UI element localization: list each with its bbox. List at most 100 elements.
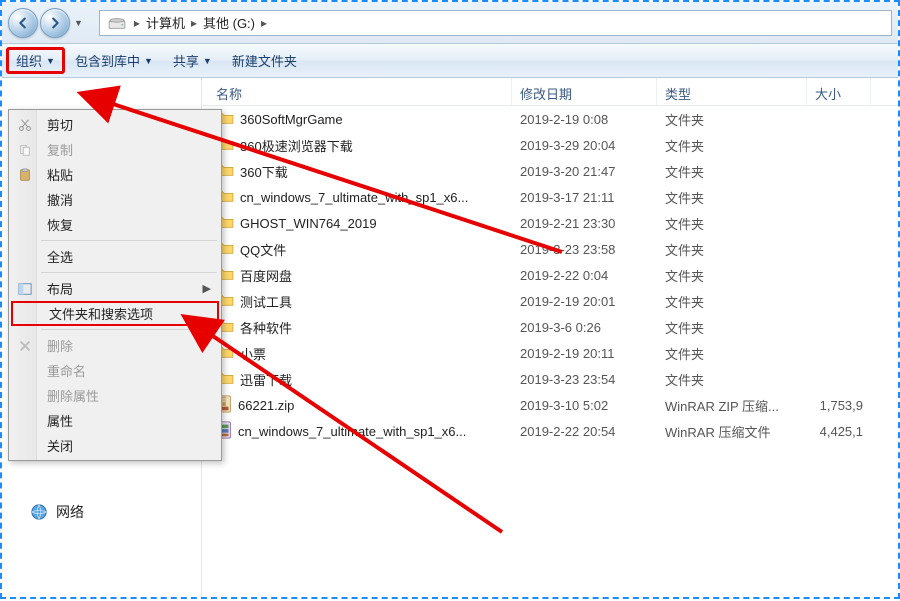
menu-item-redo[interactable]: 恢复 xyxy=(11,212,219,237)
paste-icon xyxy=(16,166,34,184)
file-row[interactable]: 66221.zip 2019-3-10 5:02WinRAR ZIP 压缩...1… xyxy=(202,392,898,418)
breadcrumb-segment[interactable]: 计算机 xyxy=(144,13,187,32)
menu-item-remove-props: 删除属性 xyxy=(11,383,219,408)
file-date: 2019-3-23 23:54 xyxy=(512,372,657,387)
file-date: 2019-2-19 20:01 xyxy=(512,294,657,309)
file-name: QQ文件 xyxy=(240,240,286,259)
file-name: 小票 xyxy=(240,344,266,363)
history-dropdown[interactable]: ▼ xyxy=(74,18,83,28)
new-folder-button[interactable]: 新建文件夹 xyxy=(222,47,307,74)
file-date: 2019-3-10 5:02 xyxy=(512,398,657,413)
file-date: 2019-3-23 23:58 xyxy=(512,242,657,257)
menu-item-rename: 重命名 xyxy=(11,358,219,383)
file-row[interactable]: 小票 2019-2-19 20:11文件夹 xyxy=(202,340,898,366)
toolbar: 组织▼ 包含到库中▼ 共享▼ 新建文件夹 xyxy=(2,44,898,78)
menu-item-cut[interactable]: 剪切 xyxy=(11,112,219,137)
file-type: 文件夹 xyxy=(657,318,807,337)
file-date: 2019-2-19 20:11 xyxy=(512,346,657,361)
address-bar[interactable]: ▸ 计算机 ▸ 其他 (G:) ▸ xyxy=(99,10,892,36)
file-type: 文件夹 xyxy=(657,188,807,207)
breadcrumb-arrow-icon: ▸ xyxy=(191,16,197,30)
file-row[interactable]: cn_windows_7_ultimate_with_sp1_x6... 2019… xyxy=(202,418,898,444)
file-name: GHOST_WIN764_2019 xyxy=(240,216,377,231)
menu-item-layout[interactable]: 布局 ▶ xyxy=(11,276,219,301)
sidebar-item-network[interactable]: 网络 xyxy=(2,498,201,526)
file-row[interactable]: 迅雷下载 2019-3-23 23:54文件夹 xyxy=(202,366,898,392)
file-type: 文件夹 xyxy=(657,370,807,389)
file-row[interactable]: 360SoftMgrGame 2019-2-19 0:08文件夹 xyxy=(202,106,898,132)
file-type: 文件夹 xyxy=(657,110,807,129)
file-name: 360下载 xyxy=(240,162,288,181)
file-row[interactable]: 360下载 2019-3-20 21:47文件夹 xyxy=(202,158,898,184)
file-list: 名称 修改日期 类型 大小 360SoftMgrGame 2019-2-19 0:… xyxy=(202,78,898,597)
file-date: 2019-2-19 0:08 xyxy=(512,112,657,127)
network-icon xyxy=(30,503,48,521)
file-date: 2019-3-29 20:04 xyxy=(512,138,657,153)
file-type: WinRAR 压缩文件 xyxy=(657,422,807,441)
forward-button[interactable] xyxy=(40,8,70,38)
file-type: 文件夹 xyxy=(657,240,807,259)
file-name: 百度网盘 xyxy=(240,266,292,285)
cut-icon xyxy=(16,116,34,134)
file-row[interactable]: 360极速浏览器下载 2019-3-29 20:04文件夹 xyxy=(202,132,898,158)
column-headers: 名称 修改日期 类型 大小 xyxy=(202,78,898,106)
organize-button[interactable]: 组织▼ xyxy=(6,47,65,74)
delete-icon xyxy=(16,337,34,355)
chevron-down-icon: ▼ xyxy=(144,56,153,66)
column-header-type[interactable]: 类型 xyxy=(657,78,807,105)
file-name: 迅雷下载 xyxy=(240,370,292,389)
breadcrumb-arrow-icon: ▸ xyxy=(134,16,140,30)
file-name: cn_windows_7_ultimate_with_sp1_x6... xyxy=(240,190,468,205)
share-button[interactable]: 共享▼ xyxy=(163,47,222,74)
file-name: cn_windows_7_ultimate_with_sp1_x6... xyxy=(238,424,466,439)
file-date: 2019-3-20 21:47 xyxy=(512,164,657,179)
file-date: 2019-2-22 0:04 xyxy=(512,268,657,283)
menu-item-properties[interactable]: 属性 xyxy=(11,408,219,433)
nav-bar: ▼ ▸ 计算机 ▸ 其他 (G:) ▸ xyxy=(2,2,898,44)
drive-icon xyxy=(108,16,126,30)
file-type: 文件夹 xyxy=(657,292,807,311)
file-row[interactable]: 百度网盘 2019-2-22 0:04文件夹 xyxy=(202,262,898,288)
file-type: 文件夹 xyxy=(657,344,807,363)
file-row[interactable]: GHOST_WIN764_2019 2019-2-21 23:30文件夹 xyxy=(202,210,898,236)
explorer-window: ▼ ▸ 计算机 ▸ 其他 (G:) ▸ 组织▼ 包含到库中▼ 共享▼ 新建文件夹 xyxy=(0,0,900,599)
file-type: 文件夹 xyxy=(657,266,807,285)
file-type: 文件夹 xyxy=(657,214,807,233)
file-name: 66221.zip xyxy=(238,398,294,413)
file-date: 2019-2-21 23:30 xyxy=(512,216,657,231)
file-row[interactable]: cn_windows_7_ultimate_with_sp1_x6... 2019… xyxy=(202,184,898,210)
column-header-size[interactable]: 大小 xyxy=(807,78,871,105)
menu-item-folder-search-options[interactable]: 文件夹和搜索选项 xyxy=(11,301,219,326)
menu-item-undo[interactable]: 撤消 xyxy=(11,187,219,212)
file-row[interactable]: QQ文件 2019-3-23 23:58文件夹 xyxy=(202,236,898,262)
menu-item-select-all[interactable]: 全选 xyxy=(11,244,219,269)
breadcrumb-arrow-icon: ▸ xyxy=(261,16,267,30)
file-name: 各种软件 xyxy=(240,318,292,337)
file-type: 文件夹 xyxy=(657,136,807,155)
back-button[interactable] xyxy=(8,8,38,38)
file-name: 360极速浏览器下载 xyxy=(240,136,353,155)
chevron-right-icon: ▶ xyxy=(203,282,211,295)
file-name: 360SoftMgrGame xyxy=(240,112,343,127)
menu-item-paste[interactable]: 粘贴 xyxy=(11,162,219,187)
menu-item-close[interactable]: 关闭 xyxy=(11,433,219,458)
organize-menu: 剪切 复制 粘贴 撤消 恢复 全选 布局 ▶ 文件夹和搜索选项 xyxy=(8,109,222,461)
chevron-down-icon: ▼ xyxy=(46,56,55,66)
file-row[interactable]: 各种软件 2019-3-6 0:26文件夹 xyxy=(202,314,898,340)
column-header-date[interactable]: 修改日期 xyxy=(512,78,657,105)
copy-icon xyxy=(16,141,34,159)
menu-item-delete: 删除 xyxy=(11,333,219,358)
file-type: 文件夹 xyxy=(657,162,807,181)
chevron-down-icon: ▼ xyxy=(203,56,212,66)
file-date: 2019-2-22 20:54 xyxy=(512,424,657,439)
breadcrumb-segment[interactable]: 其他 (G:) xyxy=(201,13,257,32)
file-date: 2019-3-17 21:11 xyxy=(512,190,657,205)
file-date: 2019-3-6 0:26 xyxy=(512,320,657,335)
include-library-button[interactable]: 包含到库中▼ xyxy=(65,47,163,74)
file-row[interactable]: 测试工具 2019-2-19 20:01文件夹 xyxy=(202,288,898,314)
file-size: 4,425,1 xyxy=(807,424,871,439)
file-name: 测试工具 xyxy=(240,292,292,311)
file-size: 1,753,9 xyxy=(807,398,871,413)
column-header-name[interactable]: 名称 xyxy=(202,78,512,105)
file-type: WinRAR ZIP 压缩... xyxy=(657,396,807,415)
